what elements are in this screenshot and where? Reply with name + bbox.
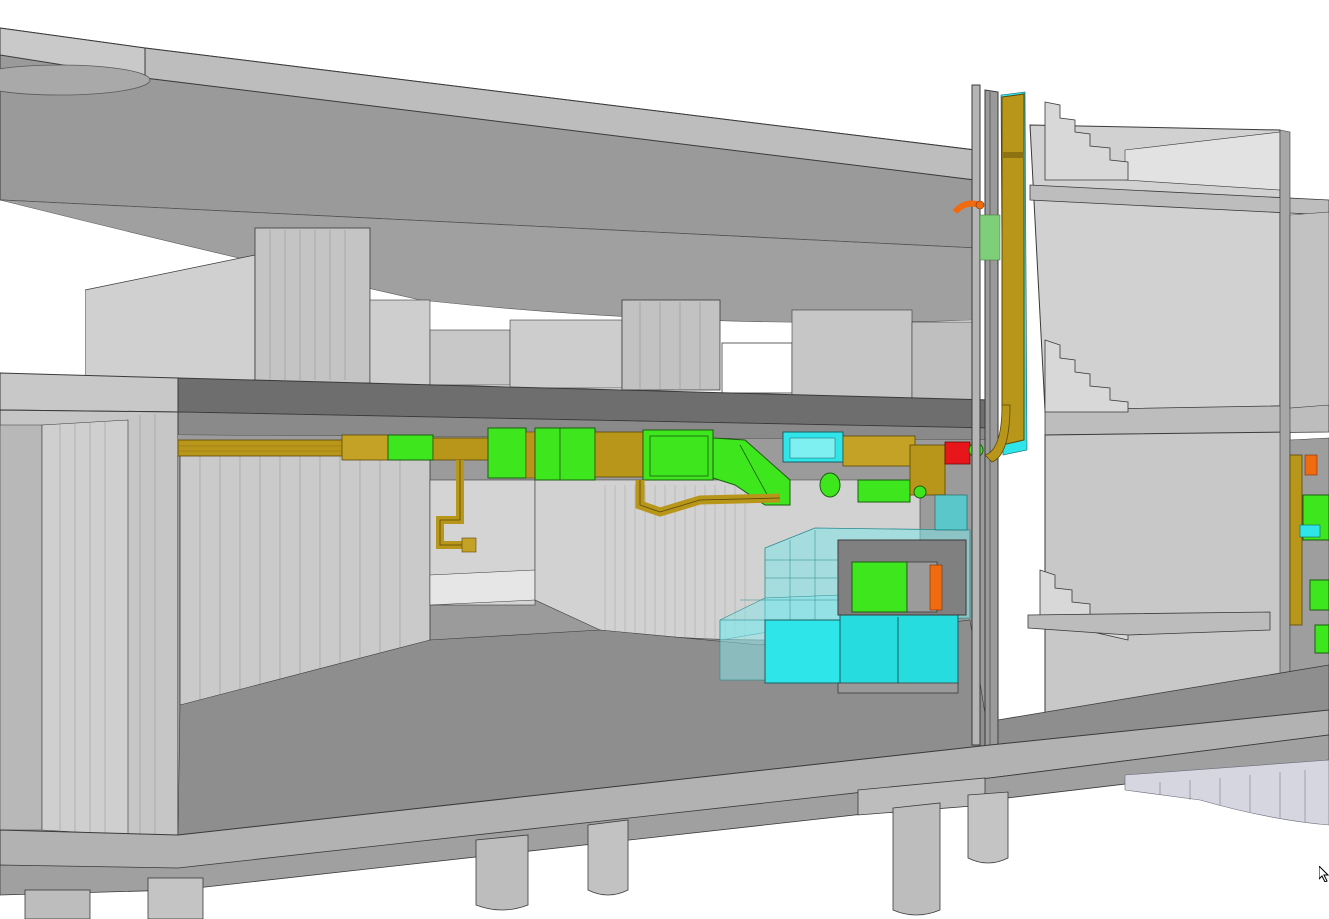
building-section-scene[interactable] [0, 0, 1329, 919]
mouse-pointer-icon [1319, 866, 1329, 882]
central-partition-wall [971, 84, 999, 771]
right-building-section [997, 101, 1329, 771]
left-exterior-wall [0, 409, 179, 841]
3d-model-viewport[interactable] [0, 0, 1329, 919]
